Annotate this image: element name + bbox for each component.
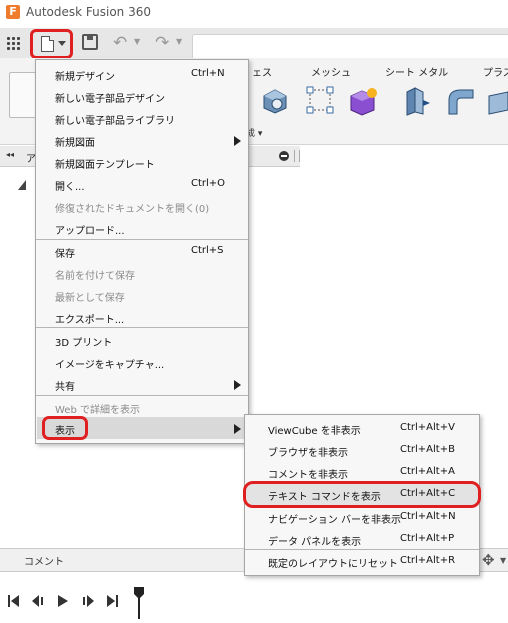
view-submenu: ViewCube を非表示 Ctrl+Alt+V ブラウザを非表示 Ctrl+A… (243, 414, 481, 576)
mesh-network-icon[interactable] (305, 85, 335, 115)
submenu-arrow-icon (234, 380, 241, 390)
undo-dropdown-icon[interactable]: ▼ (134, 37, 140, 46)
file-menu-dropdown: 新規デザイン Ctrl+N 新しい電子部品デザイン 新しい電子部品ライブラリ 新… (35, 59, 249, 444)
menu-item-export[interactable]: エクスポート... (55, 311, 124, 326)
browser-grip-icon[interactable] (294, 150, 300, 162)
menu-item-open[interactable]: 開く... (55, 178, 85, 193)
go-to-end-icon[interactable] (106, 594, 118, 608)
submenu-item-hide-browser[interactable]: ブラウザを非表示 (268, 444, 348, 459)
highlight-circle-text-commands (243, 481, 481, 508)
submenu-item-reset-layout[interactable]: 既定のレイアウトにリセット (268, 555, 398, 570)
submenu-item-hide-viewcube[interactable]: ViewCube を非表示 (268, 422, 361, 437)
menu-separator (36, 327, 248, 328)
tree-expand-icon[interactable] (18, 180, 26, 190)
shortcut-hide-browser: Ctrl+Alt+B (400, 444, 455, 455)
file-menu-button[interactable] (30, 29, 73, 59)
menu-item-save-as-latest: 最新として保存 (55, 293, 125, 304)
sheet-metal-tab-label[interactable]: シート メタル (385, 64, 448, 79)
step-forward-icon[interactable] (81, 594, 95, 608)
menu-item-new-electronics-design[interactable]: 新しい電子部品デザイン (55, 90, 165, 105)
shortcut-show-data-panel: Ctrl+Alt+P (400, 533, 455, 544)
orbit-icon[interactable]: ✥ (482, 551, 495, 569)
mesh-cube-icon[interactable] (348, 86, 378, 116)
menu-item-upload[interactable]: アップロード... (55, 222, 125, 237)
timeline-marker-icon[interactable] (133, 586, 145, 619)
shortcut-new-design: Ctrl+N (191, 68, 225, 79)
menu-item-open-recovered: 修復されたドキュメントを開く(0) (55, 204, 210, 215)
chevron-down-icon (58, 41, 66, 46)
shortcut-hide-navigation-bar: Ctrl+Alt+N (400, 511, 456, 522)
window-title: Autodesk Fusion 360 (26, 5, 151, 19)
shortcut-reset-layout: Ctrl+Alt+R (400, 555, 456, 566)
menu-item-new-electronics-library[interactable]: 新しい電子部品ライブラリ (55, 112, 175, 127)
mesh-tab-label[interactable]: メッシュ (311, 64, 351, 79)
data-panel-grid-icon[interactable] (6, 36, 20, 50)
menu-item-new-design[interactable]: 新規デザイン (55, 68, 115, 83)
sheet-unfold-icon[interactable] (487, 86, 508, 116)
plastic-tab-label[interactable]: プラス (483, 64, 508, 79)
go-to-start-icon[interactable] (8, 594, 20, 608)
browser-minimize-icon[interactable] (279, 151, 289, 161)
solid-shell-icon[interactable] (262, 88, 288, 114)
save-icon[interactable] (82, 34, 98, 50)
menu-item-new-drawing[interactable]: 新規図面 (55, 134, 95, 149)
menu-separator (245, 549, 479, 550)
step-back-icon[interactable] (31, 594, 45, 608)
file-icon (41, 36, 54, 52)
orbit-dropdown-icon[interactable]: ▼ (500, 556, 506, 565)
menu-item-save-as: 名前を付けて保存 (55, 271, 135, 282)
submenu-item-hide-navigation-bar[interactable]: ナビゲーション バーを非表示 (268, 511, 401, 526)
sheet-bend-icon[interactable] (445, 86, 475, 116)
play-icon[interactable] (57, 594, 69, 608)
undo-icon[interactable]: ↶ (113, 33, 127, 53)
submenu-arrow-icon (234, 136, 241, 146)
comment-label[interactable]: コメント (24, 553, 64, 568)
submenu-arrow-icon (234, 424, 241, 434)
timeline-bar (0, 577, 508, 623)
browser-collapse-icon[interactable]: ◂◂ (6, 150, 14, 159)
menu-item-3d-print[interactable]: 3D プリント (55, 334, 112, 349)
menu-item-capture-image[interactable]: イメージをキャプチャ... (55, 356, 164, 371)
menu-separator (36, 239, 248, 240)
redo-dropdown-icon[interactable]: ▼ (176, 37, 182, 46)
shortcut-save: Ctrl+S (191, 245, 224, 256)
menu-item-view-on-web: Web で詳細を表示 (55, 405, 140, 416)
menu-separator (36, 395, 248, 396)
highlight-circle-view (42, 416, 88, 440)
fusion-logo-icon: F (6, 5, 20, 19)
shortcut-hide-comments: Ctrl+Alt+A (400, 466, 455, 477)
sheet-flange-icon[interactable] (403, 86, 433, 116)
submenu-item-hide-comments[interactable]: コメントを非表示 (268, 466, 348, 481)
shortcut-hide-viewcube: Ctrl+Alt+V (400, 422, 455, 433)
menu-item-share[interactable]: 共有 (55, 378, 75, 393)
document-tab-area (192, 34, 508, 59)
submenu-item-show-data-panel[interactable]: データ パネルを表示 (268, 533, 361, 548)
solid-tab-label[interactable]: ェス (252, 64, 272, 79)
shortcut-open: Ctrl+O (191, 178, 226, 189)
menu-item-new-drawing-template[interactable]: 新規図面テンプレート (55, 156, 155, 171)
menu-item-save[interactable]: 保存 (55, 245, 75, 260)
redo-icon[interactable]: ↷ (155, 33, 169, 53)
